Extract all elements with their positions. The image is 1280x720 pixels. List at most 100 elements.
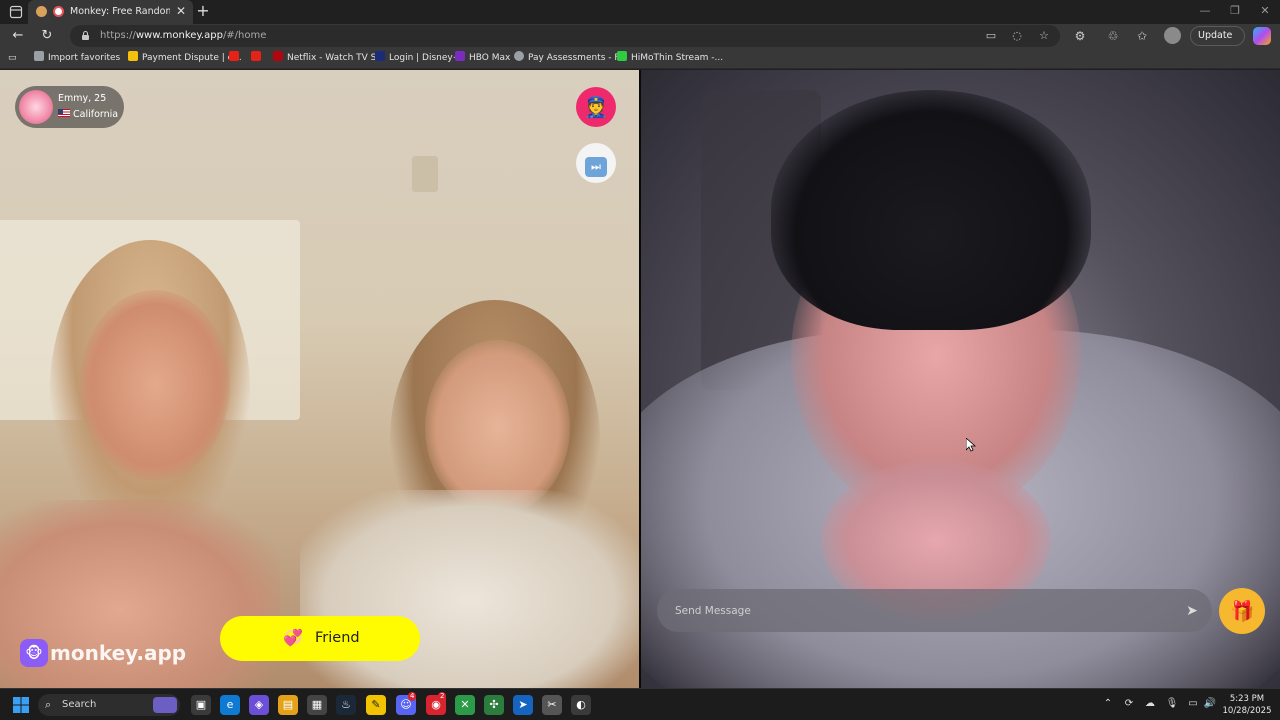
show-hidden-icons-icon[interactable]: ⌃: [1101, 697, 1115, 711]
volume-icon[interactable]: 🔊: [1203, 697, 1217, 711]
peer-avatar: [19, 90, 53, 124]
local-hair-headphones: [771, 90, 1091, 330]
favorite-label: HiMoThin Stream -...: [631, 53, 724, 63]
close-window-icon[interactable]: ✕: [1250, 2, 1280, 20]
xbox-icon[interactable]: ✕: [455, 695, 475, 715]
close-tab-icon[interactable]: ✕: [174, 4, 188, 18]
copilot-icon[interactable]: [1253, 27, 1271, 45]
favorite-star-icon[interactable]: ☆: [1037, 29, 1051, 43]
peer-location-text: California: [73, 109, 119, 120]
chat-message-bar: ➤: [657, 589, 1212, 632]
favorite-label: Login | Disney+: [389, 53, 461, 63]
favorite-label: Payment Dispute | e...: [142, 53, 242, 63]
peer-location: California: [58, 108, 118, 121]
favorite-item-netflix[interactable]: Netflix - Watch TV S...: [273, 51, 385, 66]
gift-button[interactable]: 🎁: [1219, 588, 1265, 634]
sticky-notes-icon[interactable]: ✎: [366, 695, 386, 715]
gift-icon: 🎁: [1229, 599, 1255, 623]
friend-button[interactable]: 💞 Friend: [220, 616, 420, 661]
tab-monkey[interactable]: Monkey: Free Random Video ✕: [28, 0, 193, 24]
remote-face-left: [80, 290, 230, 480]
task-view-icon[interactable]: ▣: [191, 695, 211, 715]
snipping-tool-icon[interactable]: ✂: [542, 695, 562, 715]
recording-app-icon[interactable]: ◐: [571, 695, 591, 715]
favorite-item-youtube-1[interactable]: [229, 51, 243, 66]
taskbar-search[interactable]: ⌕ Search: [38, 694, 180, 716]
maximize-icon[interactable]: ❐: [1220, 2, 1250, 20]
network-icon[interactable]: ▭: [1186, 697, 1200, 711]
sync-icon[interactable]: ⟳: [1122, 697, 1136, 711]
microsoft-store-icon[interactable]: ▦: [307, 695, 327, 715]
globe-icon: [514, 51, 524, 61]
youtube-icon: [229, 51, 239, 61]
screen: Monkey: Free Random Video ✕ + — ❐ ✕ ← ↻ …: [0, 0, 1280, 720]
minimize-icon[interactable]: —: [1190, 2, 1220, 20]
copilot-app-icon[interactable]: ◈: [249, 695, 269, 715]
windows-start-icon[interactable]: [13, 697, 29, 713]
file-explorer-icon[interactable]: ▤: [278, 695, 298, 715]
favorite-item-hbo-max[interactable]: HBO Max: [455, 51, 510, 66]
import-icon: [34, 51, 44, 61]
favorite-item-youtube-2[interactable]: [251, 51, 265, 66]
refresh-icon[interactable]: ↻: [38, 27, 56, 45]
peer-info-pill: Emmy, 25 California: [15, 86, 124, 128]
browser-toolbar: ← ↻ https://www.monkey.app/#/home ▭ ◌ ☆ …: [0, 24, 1280, 59]
netflix-icon: [273, 51, 283, 61]
favorite-item-himothin[interactable]: HiMoThin Stream -...: [617, 51, 723, 66]
microphone-icon[interactable]: 🎙: [1165, 697, 1179, 711]
clock-date[interactable]: 10/28/2025: [1222, 705, 1272, 717]
search-label: Search: [62, 699, 97, 710]
tab-actions-icon[interactable]: [9, 5, 23, 19]
report-button[interactable]: 👮: [576, 87, 616, 127]
payment-dispute-favicon-icon: [128, 51, 138, 61]
extensions-icon[interactable]: ⚙: [1072, 28, 1088, 44]
remote-face-right: [425, 340, 570, 515]
app-icon-blue[interactable]: ➤: [513, 695, 533, 715]
new-tab-icon[interactable]: +: [195, 2, 211, 20]
police-officer-icon: 👮: [583, 95, 609, 119]
monkey-logo-icon: 🐵: [20, 639, 48, 667]
onedrive-icon[interactable]: ☁: [1143, 697, 1157, 711]
lock-icon[interactable]: [80, 30, 91, 41]
url-text: https://www.monkey.app/#/home: [100, 29, 266, 43]
send-message-input[interactable]: [675, 601, 1155, 621]
send-icon[interactable]: ➤: [1182, 601, 1202, 621]
favorites-icon[interactable]: ✩: [1134, 28, 1150, 44]
skip-button[interactable]: ⏭: [576, 143, 616, 183]
skip-next-icon: ⏭: [585, 157, 607, 177]
steam-icon[interactable]: ♨: [336, 695, 356, 715]
heart-icon: 💞: [283, 628, 303, 647]
kick-icon: [617, 51, 627, 61]
hbo-max-icon: [455, 51, 465, 61]
edge-icon[interactable]: e: [220, 695, 240, 715]
local-video: ➤ 🎁: [641, 70, 1280, 688]
reading-view-icon[interactable]: ◌: [1010, 29, 1024, 43]
favorite-item-pay-assessments[interactable]: Pay Assessments - F...: [514, 51, 627, 66]
favorite-label: Netflix - Watch TV S...: [287, 53, 385, 63]
browser-tab-strip: Monkey: Free Random Video ✕ + — ❐ ✕: [0, 0, 1280, 24]
search-highlight-icon: [153, 697, 177, 713]
clock-time[interactable]: 5:23 PM: [1222, 693, 1272, 705]
search-icon: ⌕: [45, 698, 52, 711]
remote-video: Emmy, 25 California 👮 ⏭ 🐵 monkey.app 💞 F…: [0, 70, 639, 688]
favorite-item-disney[interactable]: Login | Disney+: [375, 51, 460, 66]
camera-permission-icon[interactable]: ▭: [984, 29, 998, 43]
app-icon-green[interactable]: ✣: [484, 695, 504, 715]
peer-name-age: Emmy, 25: [58, 93, 107, 104]
browser-essentials-icon[interactable]: ♲: [1105, 28, 1121, 44]
profile-avatar-icon[interactable]: [1164, 27, 1181, 44]
address-bar[interactable]: https://www.monkey.app/#/home ▭ ◌ ☆: [70, 25, 1060, 47]
url-path: /#/home: [222, 30, 267, 41]
favorite-item-import[interactable]: Import favorites: [34, 51, 120, 66]
tab-title: Monkey: Free Random Video: [70, 6, 170, 17]
us-flag-icon: [58, 109, 70, 117]
update-label: Update: [1198, 30, 1233, 41]
favorite-item-payment-dispute[interactable]: Payment Dispute | e...: [128, 51, 242, 66]
friend-label: Friend: [315, 630, 360, 646]
monkey-favicon-icon: [36, 6, 47, 17]
favorite-label: Pay Assessments - F...: [528, 53, 627, 63]
back-icon[interactable]: ←: [9, 27, 27, 45]
update-button[interactable]: Update ⋯: [1190, 26, 1245, 59]
favorite-label: Import favorites: [48, 53, 121, 63]
favorites-bar-menu-icon[interactable]: ▭: [8, 51, 17, 66]
